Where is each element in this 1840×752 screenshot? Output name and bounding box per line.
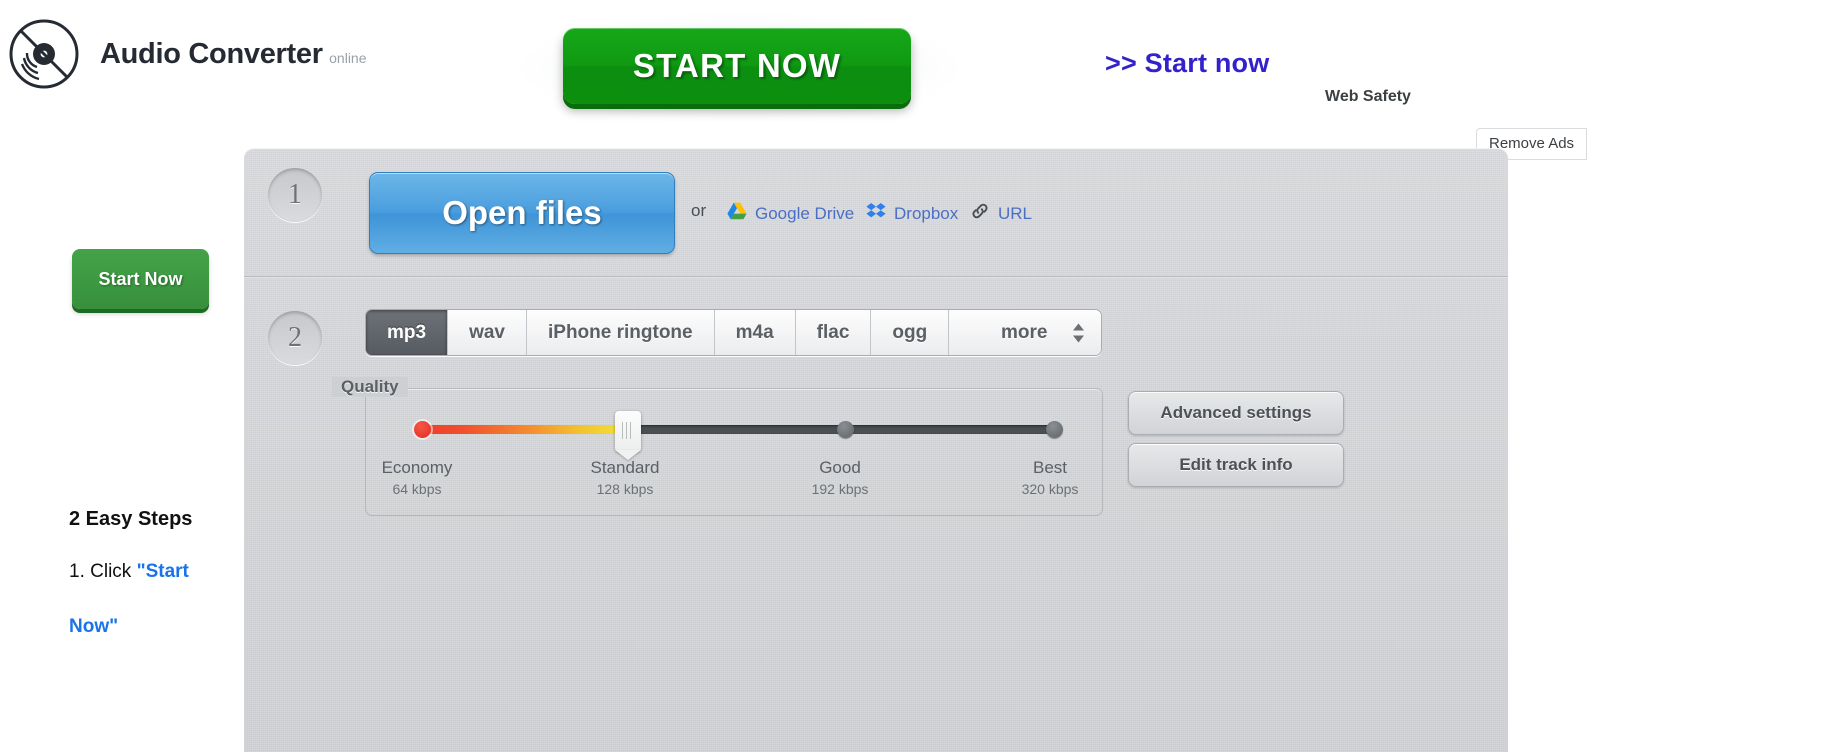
quality-label-good-bitrate: 192 kbps (811, 481, 869, 498)
dropbox-icon (866, 202, 886, 225)
tab-more-label: more (1000, 321, 1048, 343)
quality-label-standard: Standard 128 kbps (555, 457, 695, 499)
or-label: or (691, 201, 707, 220)
tab-more[interactable]: more (949, 310, 1102, 355)
step-2-badge: 2 (268, 311, 322, 365)
quality-label-standard-bitrate: 128 kbps (596, 481, 654, 498)
url-link[interactable]: URL (970, 202, 1032, 225)
open-files-button-label: Open files (442, 194, 602, 231)
quality-label-economy: Economy 64 kbps (347, 457, 487, 499)
quality-slider-handle[interactable] (615, 411, 641, 451)
step-1-badge: 1 (268, 168, 322, 222)
vinyl-record-icon (8, 18, 80, 90)
edit-track-info-button[interactable]: Edit track info (1128, 443, 1344, 487)
panel-row-divider (244, 276, 1508, 278)
sidebar-heading: 2 Easy Steps (69, 508, 193, 530)
quality-legend-label: Quality (332, 377, 408, 397)
quality-stop-best[interactable] (1046, 421, 1063, 438)
site-subtitle: online (329, 49, 367, 66)
tab-ogg[interactable]: ogg (871, 310, 950, 355)
ad-start-now-button-label: START NOW (632, 47, 842, 84)
tab-iphone-ringtone[interactable]: iPhone ringtone (527, 310, 715, 355)
header-ad-strip: Audio Converter online START NOW >> Star… (0, 0, 1840, 160)
tab-wav[interactable]: wav (448, 310, 527, 355)
google-drive-link[interactable]: Google Drive (727, 202, 854, 225)
ad-start-now-button[interactable]: START NOW (563, 28, 911, 104)
quality-label-economy-name: Economy (381, 458, 453, 477)
site-title: Audio Converter (100, 37, 323, 70)
sidebar-start-now-button[interactable]: Start Now (72, 249, 209, 309)
ad-web-safety-label: Web Safety (1325, 88, 1411, 105)
google-drive-link-label: Google Drive (755, 203, 855, 223)
logo-text-block: Audio Converter online (100, 39, 367, 69)
updown-arrows-icon (1072, 323, 1085, 342)
dropbox-link-label: Dropbox (894, 203, 959, 223)
sidebar-step-1-prefix: 1. Click (69, 561, 137, 582)
quality-label-good: Good 192 kbps (770, 457, 910, 499)
sidebar-step-1-link[interactable]: "Start (137, 561, 189, 582)
quality-label-best-name: Best (1032, 458, 1068, 477)
dropbox-link[interactable]: Dropbox (866, 202, 958, 225)
tab-flac[interactable]: flac (795, 310, 872, 355)
quality-label-standard-name: Standard (590, 458, 660, 477)
quality-slider-fill (419, 425, 629, 434)
format-tab-group[interactable]: mp3 wav iPhone ringtone m4a flac ogg mor… (365, 309, 1103, 356)
ad-start-now-link[interactable]: >> Start now (1105, 48, 1269, 79)
quality-fieldset: Economy 64 kbps Standard 128 kbps Good 1… (365, 388, 1103, 516)
page-root: Audio Converter online START NOW >> Star… (0, 0, 1840, 752)
site-logo[interactable]: Audio Converter online (8, 18, 367, 90)
quality-label-good-name: Good (819, 458, 861, 477)
tab-mp3[interactable]: mp3 (366, 310, 449, 355)
google-drive-icon (727, 202, 747, 225)
slider-grip-lines-icon (622, 422, 634, 439)
quality-label-economy-bitrate: 64 kbps (392, 481, 442, 498)
quality-stop-economy[interactable] (414, 421, 431, 438)
advanced-settings-button[interactable]: Advanced settings (1128, 391, 1344, 435)
open-files-button[interactable]: Open files (369, 172, 675, 254)
tab-m4a[interactable]: m4a (714, 310, 796, 355)
link-chain-icon (970, 202, 990, 225)
sidebar-step-1-link-cont[interactable]: Now" (69, 616, 118, 638)
quality-label-best-bitrate: 320 kbps (1021, 481, 1079, 498)
url-link-label: URL (998, 203, 1033, 223)
sidebar-step-1-text: 1. Click "Start (69, 562, 189, 582)
quality-stop-good[interactable] (837, 421, 854, 438)
quality-label-best: Best 320 kbps (980, 457, 1120, 499)
quality-slider[interactable] (414, 411, 1063, 451)
